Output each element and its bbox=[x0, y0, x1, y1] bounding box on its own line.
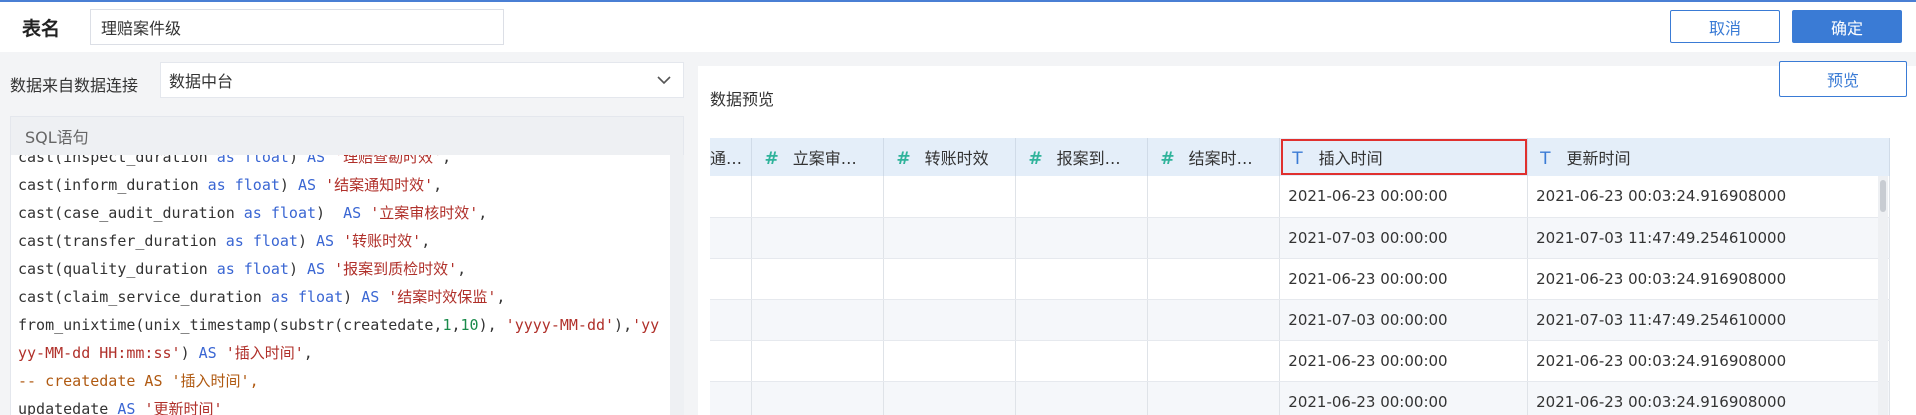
cancel-button[interactable]: 取消 bbox=[1670, 10, 1780, 43]
table-cell bbox=[1147, 217, 1281, 259]
data-source-label: 数据来自数据连接 bbox=[10, 76, 139, 95]
hash-icon: # bbox=[1160, 149, 1175, 169]
table-cell bbox=[1147, 381, 1281, 415]
table-cell bbox=[883, 176, 1017, 218]
data-source-select[interactable]: 数据中台 bbox=[160, 62, 684, 98]
table-row: 2021-06-23 00:00:00 2021-06-23 00:03:24.9… bbox=[710, 340, 1890, 382]
table-name-label: 表名 bbox=[22, 18, 61, 40]
table-cell bbox=[751, 176, 885, 218]
column-header[interactable]: T 更新时间 bbox=[1527, 138, 1890, 176]
preview-table-wrap: 通… # 立案审… # 转账时效 # 报案到… # 结案时… T 插入时间 T 更新时间 2… bbox=[710, 138, 1890, 415]
sql-panel-title: SQL语句 bbox=[25, 128, 89, 147]
chevron-down-icon bbox=[657, 76, 671, 85]
table-cell bbox=[751, 299, 885, 341]
table-cell bbox=[710, 299, 753, 341]
table-cell: 2021-06-23 00:00:00 bbox=[1279, 176, 1529, 218]
app-root: 表名 取消 确定 数据来自数据连接 数据中台 SQL语句 cast(inspec… bbox=[0, 0, 1916, 415]
column-header[interactable]: # 立案审… bbox=[751, 138, 885, 176]
column-header-highlighted[interactable]: T 插入时间 bbox=[1279, 138, 1529, 176]
table-cell: 2021-07-03 11:47:49.254610000 bbox=[1527, 217, 1890, 259]
table-cell: 2021-06-23 00:03:24.916908000 bbox=[1527, 381, 1890, 415]
table-cell bbox=[710, 381, 753, 415]
table-cell bbox=[710, 217, 753, 259]
table-row: 2021-06-23 00:00:00 2021-06-23 00:03:24.9… bbox=[710, 381, 1890, 415]
column-header[interactable]: # 转账时效 bbox=[883, 138, 1017, 176]
preview-table: 通… # 立案审… # 转账时效 # 报案到… # 结案时… T 插入时间 T 更新时间 2… bbox=[710, 138, 1890, 415]
table-cell: 2021-06-23 00:03:24.916908000 bbox=[1527, 340, 1890, 382]
table-cell bbox=[751, 340, 885, 382]
table-cell bbox=[883, 217, 1017, 259]
table-cell bbox=[1147, 258, 1281, 300]
table-cell bbox=[1147, 176, 1281, 218]
table-cell bbox=[1015, 217, 1149, 259]
table-name-input[interactable] bbox=[90, 9, 504, 45]
column-header[interactable]: 通… bbox=[710, 138, 753, 176]
preview-button[interactable]: 预览 bbox=[1779, 61, 1907, 97]
table-cell bbox=[710, 176, 753, 218]
table-cell bbox=[883, 340, 1017, 382]
sql-panel-header: SQL语句 bbox=[10, 116, 684, 156]
sql-scrollbar[interactable] bbox=[670, 155, 684, 415]
preview-panel: 数据预览 预览 通… # 立案审… # 转账时效 # 报案到… # 结案时… T 插入时间… bbox=[698, 61, 1916, 415]
scrollbar-thumb[interactable] bbox=[1880, 180, 1886, 212]
left-panel: 数据来自数据连接 数据中台 SQL语句 cast(inspect_duratio… bbox=[0, 52, 690, 415]
table-cell bbox=[751, 217, 885, 259]
table-cell bbox=[1015, 176, 1149, 218]
sql-code: cast(inspect_duration as float) AS '理赔查勘… bbox=[18, 155, 660, 415]
table-cell bbox=[710, 258, 753, 300]
table-cell bbox=[1147, 299, 1281, 341]
text-type-icon: T bbox=[1540, 149, 1551, 169]
table-cell bbox=[1015, 381, 1149, 415]
column-header[interactable]: # 结案时… bbox=[1147, 138, 1281, 176]
table-cell bbox=[883, 258, 1017, 300]
table-cell bbox=[1015, 299, 1149, 341]
confirm-button[interactable]: 确定 bbox=[1792, 10, 1902, 43]
table-cell bbox=[710, 340, 753, 382]
table-row: 2021-07-03 00:00:00 2021-07-03 11:47:49.2… bbox=[710, 299, 1890, 341]
hash-icon: # bbox=[1028, 149, 1043, 169]
top-bar: 表名 取消 确定 bbox=[0, 0, 1916, 52]
table-cell bbox=[883, 381, 1017, 415]
table-cell bbox=[1015, 258, 1149, 300]
table-cell: 2021-06-23 00:00:00 bbox=[1279, 340, 1529, 382]
table-cell: 2021-07-03 11:47:49.254610000 bbox=[1527, 299, 1890, 341]
table-header-row: 通… # 立案审… # 转账时效 # 报案到… # 结案时… T 插入时间 T 更新时间 bbox=[710, 138, 1890, 176]
table-row: 2021-06-23 00:00:00 2021-06-23 00:03:24.9… bbox=[710, 258, 1890, 300]
column-header[interactable]: # 报案到… bbox=[1015, 138, 1149, 176]
hash-icon: # bbox=[896, 149, 911, 169]
table-row: 2021-07-03 00:00:00 2021-07-03 11:47:49.2… bbox=[710, 217, 1890, 259]
hash-icon: # bbox=[764, 149, 779, 169]
preview-title: 数据预览 bbox=[710, 90, 775, 109]
table-cell: 2021-06-23 00:03:24.916908000 bbox=[1527, 176, 1890, 218]
table-cell bbox=[751, 258, 885, 300]
table-cell: 2021-06-23 00:00:00 bbox=[1279, 381, 1529, 415]
table-cell: 2021-07-03 00:00:00 bbox=[1279, 217, 1529, 259]
table-row: 2021-06-23 00:00:00 2021-06-23 00:03:24.9… bbox=[710, 176, 1890, 218]
table-cell bbox=[751, 381, 885, 415]
table-cell bbox=[1147, 340, 1281, 382]
sql-editor[interactable]: cast(inspect_duration as float) AS '理赔查勘… bbox=[10, 155, 670, 415]
table-cell: 2021-06-23 00:03:24.916908000 bbox=[1527, 258, 1890, 300]
table-cell bbox=[1015, 340, 1149, 382]
table-cell: 2021-07-03 00:00:00 bbox=[1279, 299, 1529, 341]
table-cell bbox=[883, 299, 1017, 341]
text-type-icon: T bbox=[1292, 149, 1303, 169]
data-source-value: 数据中台 bbox=[169, 72, 234, 91]
table-cell: 2021-06-23 00:00:00 bbox=[1279, 258, 1529, 300]
table-vertical-scrollbar[interactable] bbox=[1878, 176, 1888, 415]
